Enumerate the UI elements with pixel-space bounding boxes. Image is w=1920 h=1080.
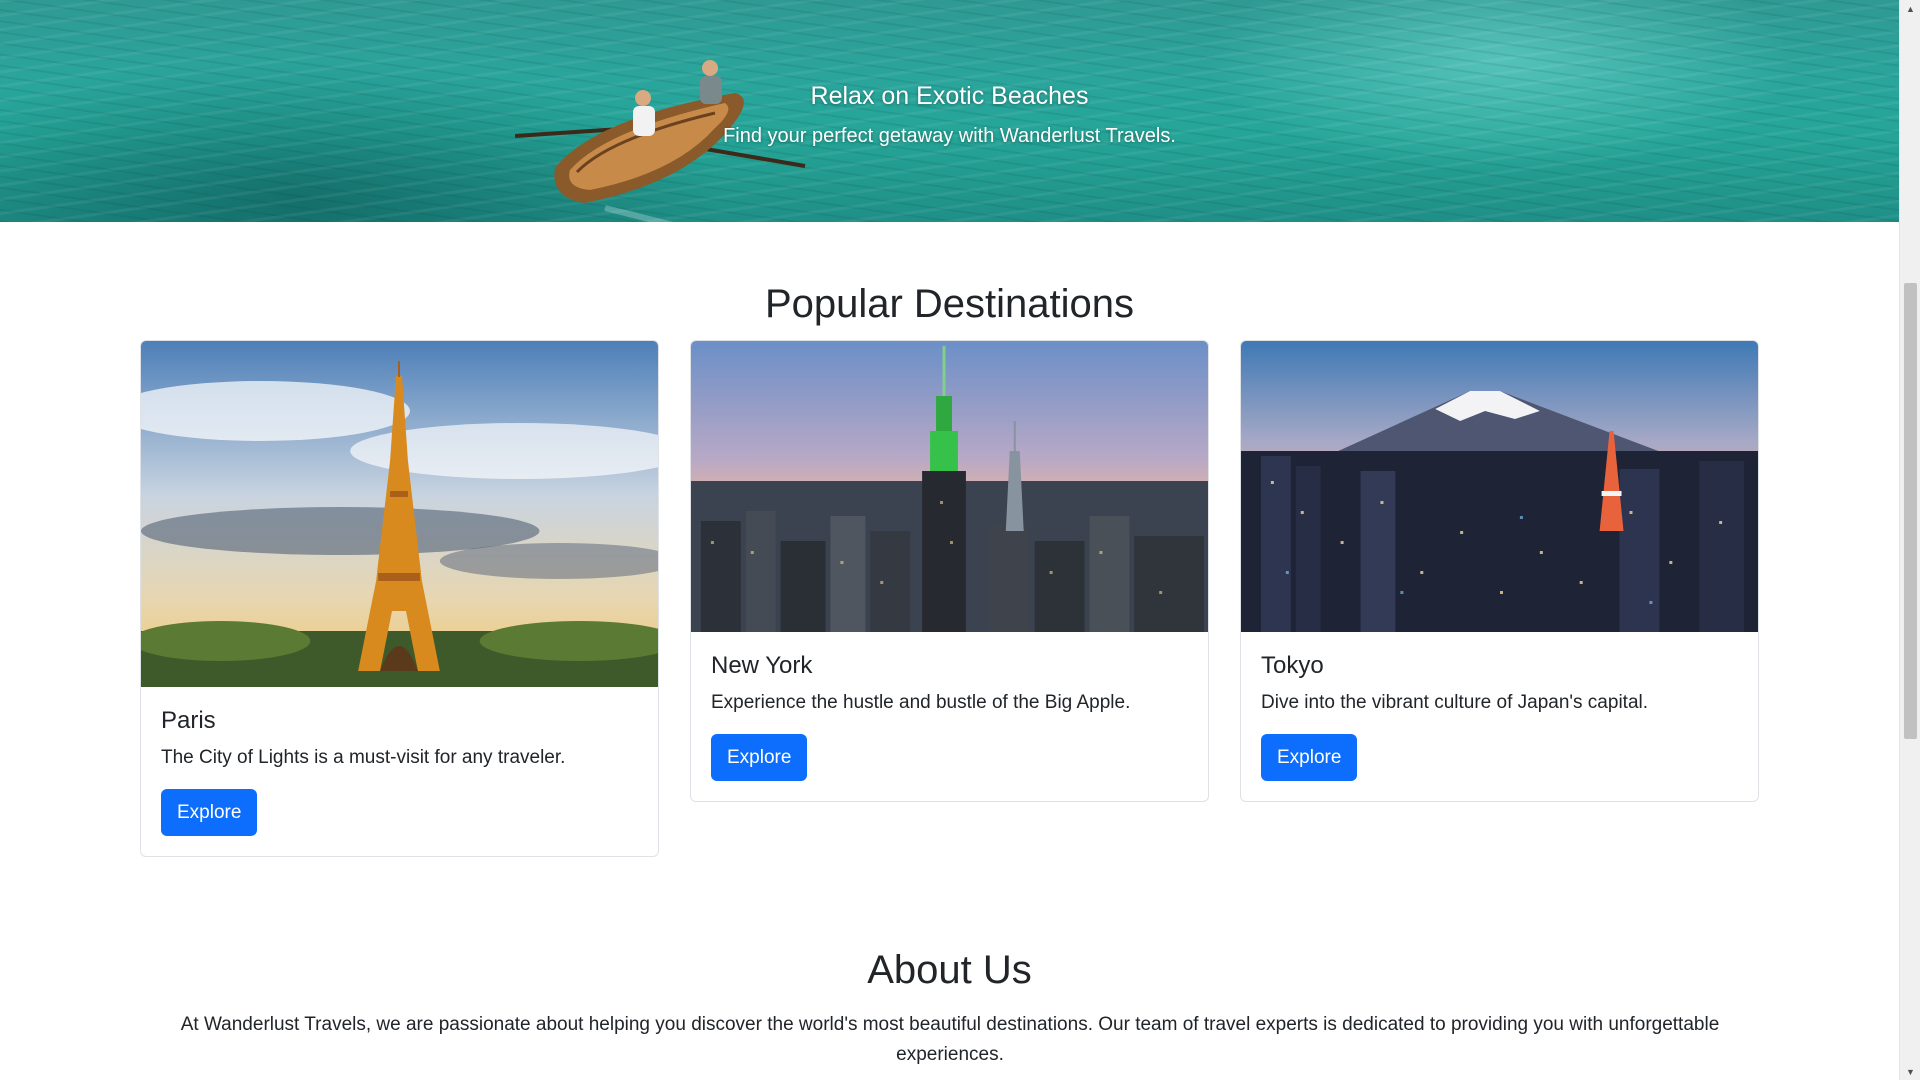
about-us-heading: About Us: [867, 948, 1032, 992]
tokyo-card-text: Dive into the vibrant culture of Japan's…: [1261, 692, 1649, 713]
popular-destinations-heading: Popular Destinations: [764, 282, 1135, 326]
tokyo-explore-button[interactable]: Explore: [1261, 734, 1358, 781]
scroll-down-arrow-icon[interactable]: ▼: [1900, 1063, 1920, 1080]
hero-water-texture: [0, 0, 1899, 222]
page-viewport: Relax on Exotic Beaches Find your perfec…: [0, 0, 1899, 1080]
destination-card-new-york: New York Experience the hustle and bustl…: [690, 340, 1209, 802]
destination-card-paris: Paris The City of Lights is a must-visit…: [140, 340, 659, 857]
tokyo-image: [1241, 341, 1758, 632]
paris-card-body: Paris The City of Lights is a must-visit…: [141, 687, 658, 856]
destination-card-tokyo: Tokyo Dive into the vibrant culture of J…: [1240, 340, 1759, 802]
paris-explore-button[interactable]: Explore: [161, 789, 258, 836]
new-york-image: [691, 341, 1208, 632]
new-york-explore-button[interactable]: Explore: [711, 734, 808, 781]
paris-image: [141, 341, 658, 687]
about-us-text: At Wanderlust Travels, we are passionate…: [180, 1014, 1720, 1065]
new-york-card-body: New York Experience the hustle and bustl…: [691, 632, 1208, 801]
new-york-card-title: New York: [711, 652, 813, 679]
new-york-card-text: Experience the hustle and bustle of the …: [711, 692, 1131, 713]
tokyo-card-body: Tokyo Dive into the vibrant culture of J…: [1241, 632, 1758, 801]
scroll-up-arrow-icon[interactable]: ▲: [1900, 0, 1920, 17]
hero-banner: Relax on Exotic Beaches Find your perfec…: [0, 0, 1899, 222]
paris-card-text: The City of Lights is a must-visit for a…: [161, 747, 566, 768]
hero-subtitle: Find your perfect getaway with Wanderlus…: [723, 125, 1176, 147]
tokyo-card-title: Tokyo: [1261, 652, 1324, 679]
vertical-scrollbar[interactable]: ▲ ▼: [1899, 0, 1920, 1080]
hero-title: Relax on Exotic Beaches: [810, 82, 1089, 110]
paris-card-title: Paris: [161, 707, 216, 734]
scrollbar-thumb[interactable]: [1904, 283, 1917, 739]
